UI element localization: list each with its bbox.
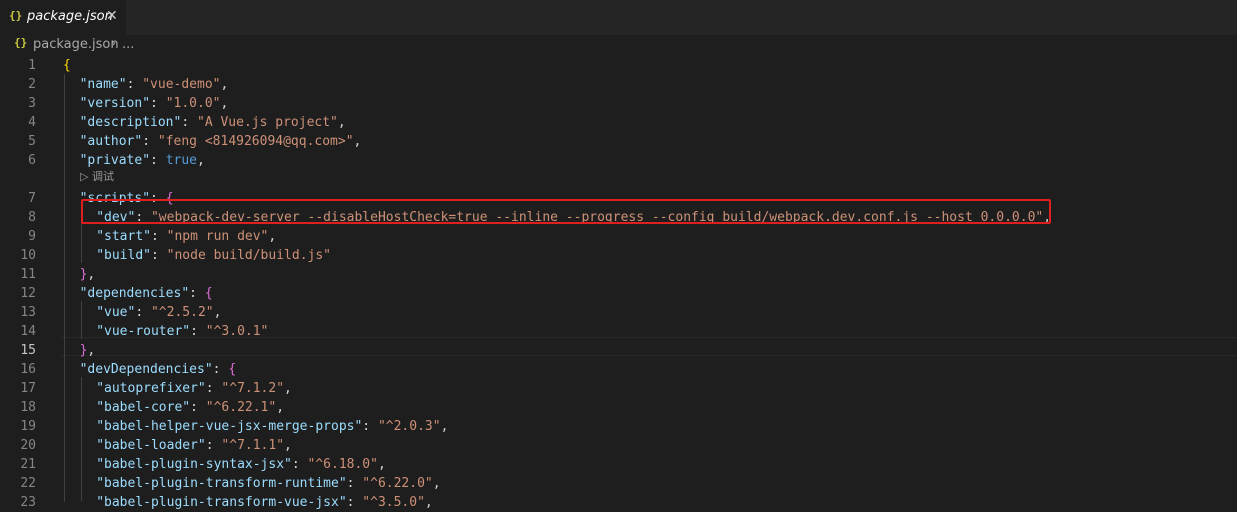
code-line[interactable]: "name": "vue-demo", (80, 75, 229, 94)
code-line[interactable]: "babel-core": "^6.22.1", (96, 398, 284, 417)
breadcrumb-symbols[interactable]: ... (122, 37, 134, 52)
code-editor[interactable]: 1 2 3 4 5 6 7 8 9 10 11 12 13 14 15 16 17 18 19 20 21 22 23 {"… (0, 55, 1237, 510)
line-number: 4 (28, 115, 36, 130)
line-number: 21 (20, 457, 36, 472)
code-line[interactable]: "start": "npm run dev", (96, 227, 276, 246)
line-number: 2 (28, 77, 36, 92)
indent-guide (81, 301, 82, 339)
line-number: 14 (20, 324, 36, 339)
breadcrumb: {} package.json › ... (0, 35, 1237, 55)
line-number: 8 (28, 210, 36, 225)
line-number: 17 (20, 381, 36, 396)
line-number: 12 (20, 286, 36, 301)
chevron-right-icon: › (111, 36, 117, 51)
indent-guide (64, 74, 65, 502)
code-line[interactable]: "babel-loader": "^7.1.1", (96, 436, 292, 455)
code-line[interactable]: "babel-helper-vue-jsx-merge-props": "^2.… (96, 417, 448, 436)
code-line[interactable]: "babel-plugin-transform-vue-jsx": "^3.5.… (96, 493, 433, 512)
line-number: 23 (20, 495, 36, 510)
code-line[interactable]: "babel-plugin-syntax-jsx": "^6.18.0", (96, 455, 386, 474)
line-number: 19 (20, 419, 36, 434)
line-number: 1 (28, 58, 36, 73)
code-line[interactable]: "vue-router": "^3.0.1" (96, 322, 268, 341)
line-number: 11 (20, 267, 36, 282)
line-number: 3 (28, 96, 36, 111)
code-line[interactable]: { (63, 56, 71, 75)
line-number: 13 (20, 305, 36, 320)
code-line[interactable]: }, (80, 265, 96, 284)
tab-bar: {} package.json ✕ (0, 0, 1237, 35)
json-file-icon: {} (9, 9, 23, 22)
line-number: 20 (20, 438, 36, 453)
annotation-highlight-box (81, 199, 1051, 224)
code-line[interactable]: "description": "A Vue.js project", (80, 113, 346, 132)
line-number: 16 (20, 362, 36, 377)
code-line[interactable]: "devDependencies": { (80, 360, 237, 379)
code-line[interactable]: "version": "1.0.0", (80, 94, 229, 113)
code-line[interactable]: "build": "node build/build.js" (96, 246, 331, 265)
line-number: 9 (28, 229, 36, 244)
code-line[interactable]: }, (80, 341, 96, 360)
line-number: 10 (20, 248, 36, 263)
code-line[interactable]: "author": "feng <814926094@qq.com>", (80, 132, 362, 151)
line-number: 7 (28, 191, 36, 206)
close-icon[interactable]: ✕ (106, 8, 118, 24)
code-line[interactable]: "autoprefixer": "^7.1.2", (96, 379, 292, 398)
tab-package-json[interactable]: {} package.json ✕ (0, 0, 126, 35)
breadcrumb-file[interactable]: package.json (33, 37, 119, 52)
line-number: 18 (20, 400, 36, 415)
code-line[interactable]: "vue": "^2.5.2", (96, 303, 221, 322)
line-number: 22 (20, 476, 36, 491)
code-line[interactable]: "dependencies": { (80, 284, 213, 303)
json-file-icon: {} (14, 36, 28, 49)
tab-title: package.json (27, 9, 113, 24)
indent-guide (81, 377, 82, 501)
code-line[interactable]: "babel-plugin-transform-runtime": "^6.22… (96, 474, 440, 493)
line-number: 15 (20, 343, 36, 358)
debug-codelens[interactable]: ▷ 调试 (80, 168, 114, 184)
line-number: 6 (28, 153, 36, 168)
line-number: 5 (28, 134, 36, 149)
